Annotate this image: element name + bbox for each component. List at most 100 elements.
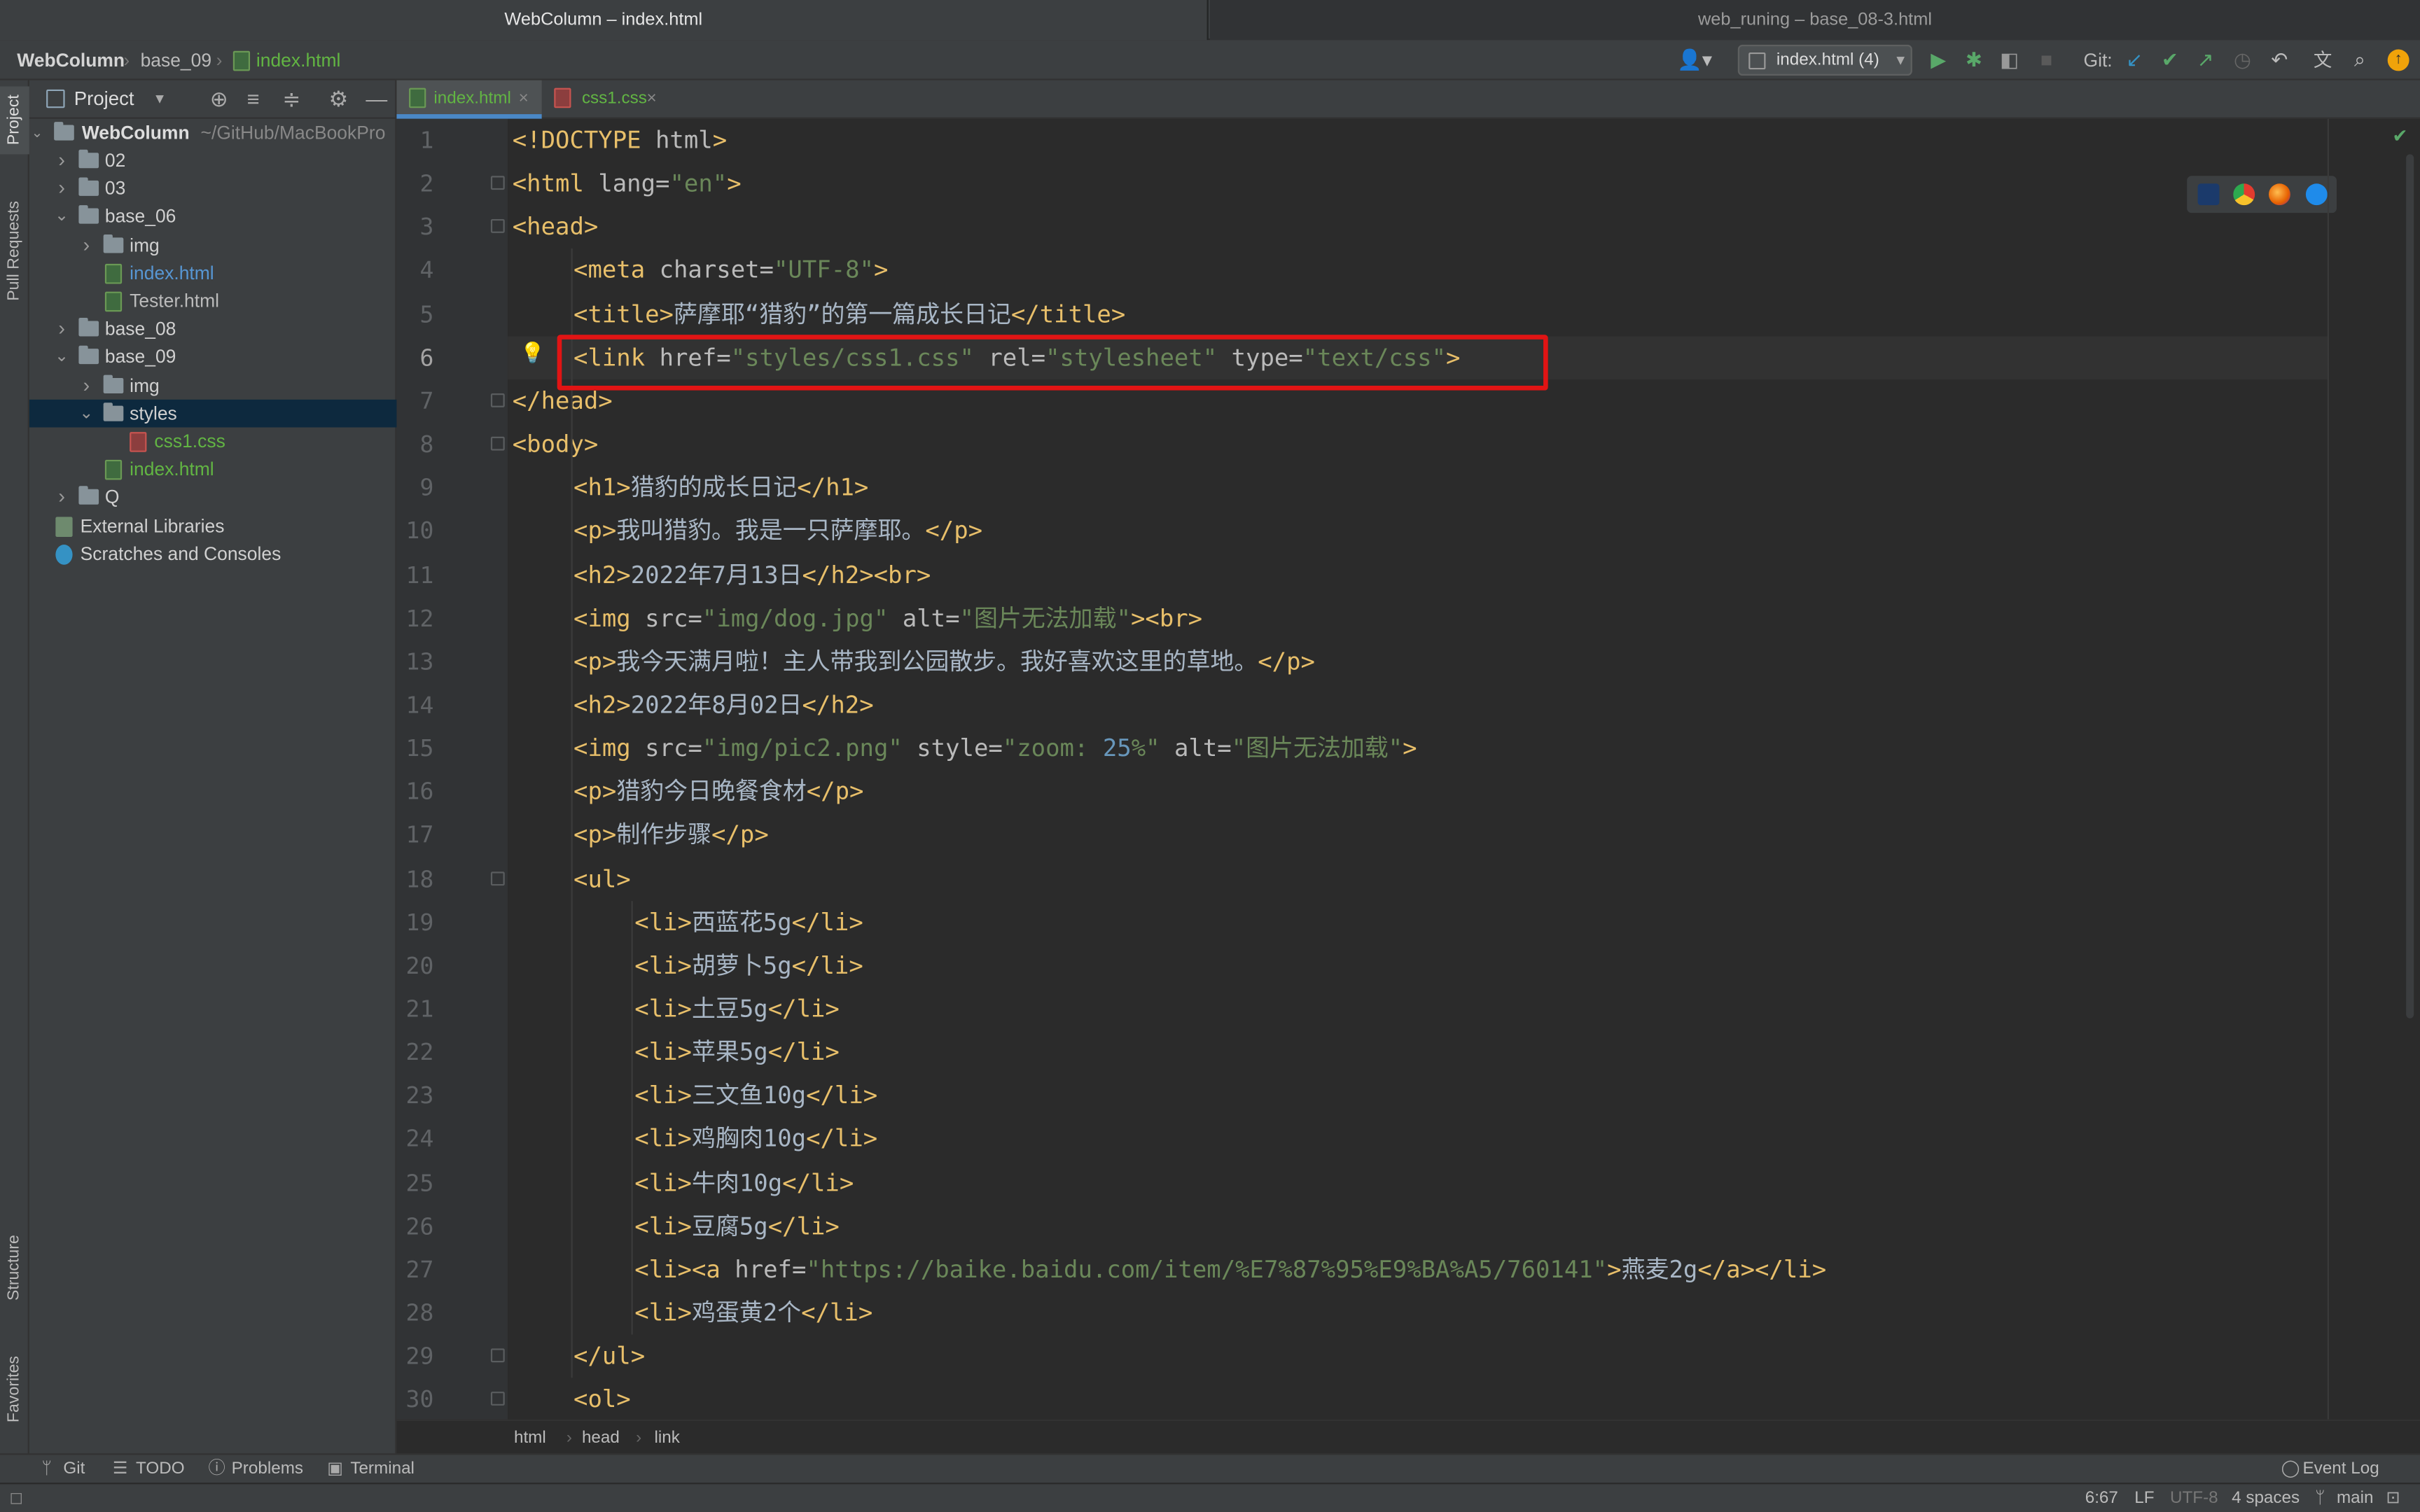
code-line[interactable]: <p>我叫猎豹。我是一只萨摩耶。</p> [508, 510, 982, 553]
git-commit-icon[interactable]: ✔ [2157, 48, 2182, 72]
tree-item[interactable]: ⌄ styles [29, 399, 397, 428]
code-line[interactable]: <li>三文鱼10g</li> [508, 1074, 877, 1118]
file-encoding[interactable]: UTF-8 [2170, 1484, 2218, 1512]
git-push-icon[interactable]: ↗ [2193, 48, 2218, 72]
tree-item[interactable]: Tester.html [29, 287, 397, 315]
git-tool-button[interactable]: Git [63, 1455, 85, 1484]
editor-tab-index-html[interactable]: index.html × [396, 80, 542, 119]
todo-tool-button[interactable]: TODO [136, 1455, 185, 1484]
code-line[interactable]: <li><a href="https://baike.baidu.com/ite… [508, 1248, 1826, 1292]
tree-item[interactable]: › img [29, 371, 397, 399]
code-line[interactable]: <p>制作步骤</p> [508, 813, 769, 857]
tree-item[interactable]: › Q [29, 484, 397, 512]
chevron-down-icon[interactable]: ⌄ [78, 399, 94, 427]
close-icon[interactable]: × [647, 80, 657, 119]
event-log-button[interactable]: Event Log [2302, 1455, 2379, 1484]
coverage-icon[interactable]: ◧ [1997, 48, 2022, 72]
code-line[interactable]: <title>萨摩耶“猎豹”的第一篇成长日记</title> [508, 293, 1125, 336]
pull-requests-tool-tab[interactable]: Pull Requests [0, 188, 29, 315]
gear-icon[interactable]: ⚙ [328, 80, 348, 119]
problems-tool-button[interactable]: Problems [232, 1455, 303, 1484]
chevron-right-icon[interactable]: › [54, 484, 69, 512]
code-line[interactable]: <head> [508, 206, 599, 249]
collapse-all-icon[interactable]: ≑ [282, 80, 300, 119]
chevron-down-icon[interactable]: ▼ [153, 80, 167, 119]
tree-item[interactable]: › 02 [29, 146, 397, 174]
code-line[interactable]: <li>牛肉10g</li> [508, 1161, 854, 1205]
fold-marker-icon[interactable] [490, 176, 505, 190]
tree-item[interactable]: ⌄ base_09 [29, 343, 397, 371]
structure-tool-tab[interactable]: Structure [0, 1222, 29, 1315]
code-line[interactable]: <li>土豆5g</li> [508, 988, 840, 1031]
code-line[interactable]: <html lang="en"> [508, 162, 742, 206]
history-icon[interactable]: ◷ [2230, 48, 2255, 72]
translate-icon[interactable]: 文 [2311, 48, 2335, 72]
firefox-icon[interactable] [2268, 183, 2290, 206]
fold-marker-icon[interactable] [490, 219, 505, 234]
code-line[interactable]: <img src="img/pic2.png" style="zoom: 25%… [508, 727, 1417, 770]
git-branch[interactable]: main [2337, 1484, 2374, 1512]
nav-crumb-project[interactable]: WebColumn [17, 40, 125, 80]
code-line[interactable]: <img src="img/dog.jpg" alt="图片无法加载"><br> [508, 596, 1202, 640]
webstorm-icon[interactable] [2197, 183, 2220, 206]
tree-item[interactable]: External Libraries [29, 512, 397, 540]
chevron-right-icon[interactable]: › [78, 371, 94, 399]
code-line[interactable]: <li>西蓝花5g</li> [508, 900, 863, 944]
search-icon[interactable]: ⌕ [2347, 48, 2372, 72]
locate-icon[interactable]: ⊕ [210, 80, 228, 119]
rollback-icon[interactable]: ↶ [2267, 48, 2292, 72]
code-line[interactable]: <meta charset="UTF-8"> [508, 249, 888, 293]
safari-icon[interactable] [2305, 183, 2328, 206]
code-line[interactable]: <li>鸡蛋黄2个</li> [508, 1292, 872, 1335]
run-icon[interactable]: ▶ [1926, 48, 1951, 72]
code-line[interactable]: <li>胡萝卜5g</li> [508, 944, 863, 988]
tree-item[interactable]: › base_08 [29, 315, 397, 343]
breadcrumb-link[interactable]: link [655, 1424, 680, 1453]
debug-icon[interactable]: ✱ [1961, 48, 1986, 72]
code-line[interactable]: <p>我今天满月啦！主人带我到公园散步。我好喜欢这里的草地。</p> [508, 640, 1315, 683]
tree-item[interactable]: › 03 [29, 174, 397, 202]
close-icon[interactable]: × [519, 80, 529, 119]
chevron-down-icon[interactable]: ⌄ [54, 343, 69, 371]
run-config-select[interactable]: index.html (4) ▼ [1737, 44, 1912, 76]
project-tool-tab[interactable]: Project [0, 86, 29, 155]
user-icon[interactable]: 👤▾ [1676, 48, 1713, 72]
expand-all-icon[interactable]: ≡ [247, 80, 260, 119]
vertical-scrollbar[interactable] [2406, 154, 2414, 1018]
code-line[interactable]: <li>苹果5g</li> [508, 1031, 840, 1074]
fold-marker-icon[interactable] [490, 436, 505, 451]
chevron-down-icon[interactable]: ⌄ [54, 203, 69, 231]
code-line[interactable]: <body> [508, 423, 599, 466]
chevron-right-icon[interactable]: › [54, 174, 69, 202]
nav-crumb-folder[interactable]: base_09 [141, 40, 211, 80]
tree-item[interactable]: ⌄ base_06 [29, 203, 397, 231]
breadcrumb-html[interactable]: html [514, 1424, 546, 1453]
code-line[interactable]: <ol> [508, 1378, 631, 1420]
tree-item[interactable]: index.html [29, 456, 397, 484]
fold-marker-icon[interactable] [490, 393, 505, 407]
window-tab-inactive[interactable]: web_runing – base_08-3.html [1209, 0, 2420, 41]
toggle-tool-windows-icon[interactable]: ◻ [9, 1484, 23, 1512]
code-line[interactable]: <li>鸡胸肉10g</li> [508, 1118, 877, 1161]
update-icon[interactable]: ↑ [2387, 49, 2409, 71]
code-editor[interactable]: <!DOCTYPE html> <html lang="en"> <head> <me… [508, 118, 2328, 1420]
chevron-right-icon[interactable]: › [78, 231, 94, 259]
line-separator[interactable]: LF [2134, 1484, 2154, 1512]
lock-icon[interactable]: ⊡ [2386, 1484, 2400, 1512]
inspection-ok-icon[interactable]: ✔ [2392, 125, 2407, 147]
chrome-icon[interactable] [2233, 183, 2255, 206]
fold-marker-icon[interactable] [490, 1392, 505, 1406]
terminal-tool-button[interactable]: Terminal [350, 1455, 415, 1484]
caret-position[interactable]: 6:67 [2085, 1484, 2118, 1512]
editor-tab-css1-css[interactable]: css1.css × [545, 80, 668, 119]
chevron-right-icon[interactable]: › [54, 315, 69, 343]
tree-item[interactable]: › img [29, 231, 397, 259]
code-line[interactable]: <h2>2022年8月02日</h2> [508, 683, 874, 727]
git-update-icon[interactable]: ↙ [2122, 48, 2147, 72]
chevron-right-icon[interactable]: › [54, 146, 69, 174]
fold-marker-icon[interactable] [490, 1348, 505, 1363]
fold-marker-icon[interactable] [490, 871, 505, 886]
intention-bulb-icon[interactable]: 💡 [520, 341, 545, 364]
code-line[interactable]: <!DOCTYPE html> [508, 119, 727, 162]
code-line[interactable]: <h1>猎豹的成长日记</h1> [508, 466, 868, 510]
